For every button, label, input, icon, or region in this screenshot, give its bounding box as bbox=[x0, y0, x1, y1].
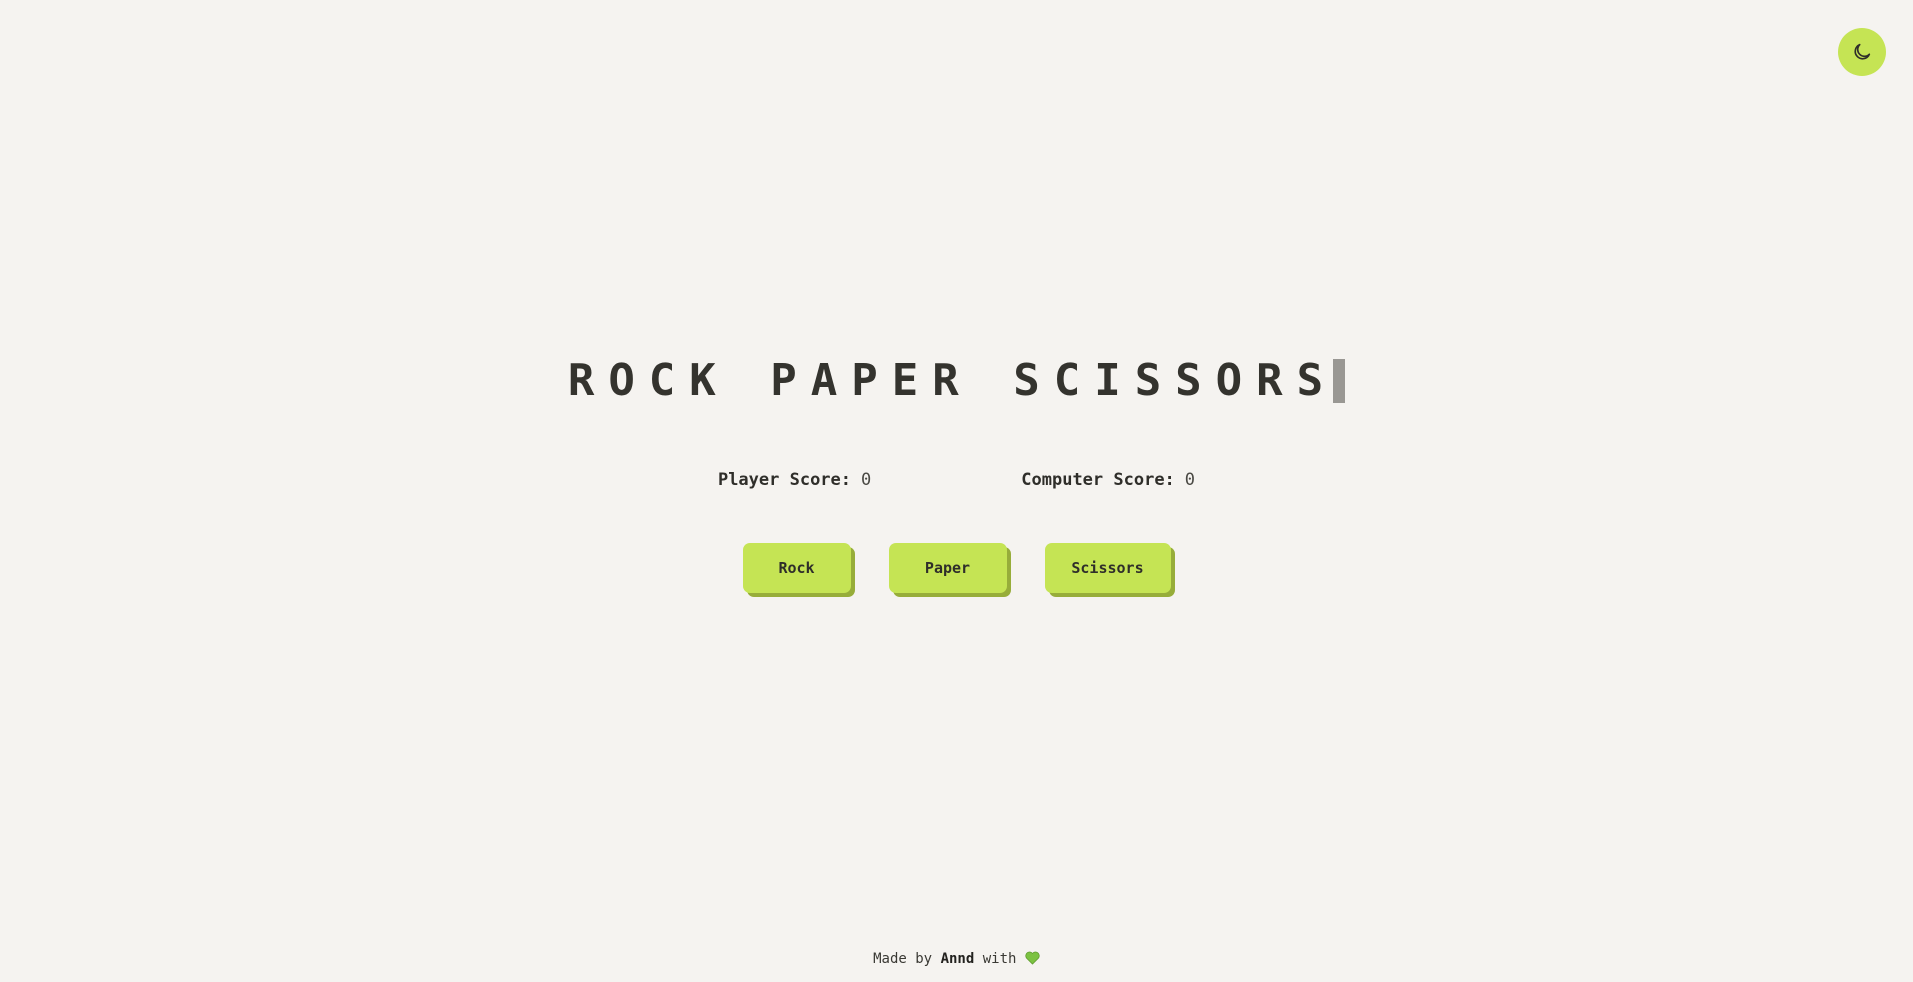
theme-toggle-button[interactable] bbox=[1838, 28, 1886, 76]
game-title: ROCK PAPER SCISSORS bbox=[567, 355, 1338, 406]
score-board: Player Score: 0 Computer Score: 0 bbox=[0, 470, 1913, 490]
green-heart-icon bbox=[1025, 951, 1040, 965]
moon-icon bbox=[1851, 41, 1873, 63]
footer: Made by Annd with bbox=[0, 951, 1913, 967]
player-score-value: 0 bbox=[861, 470, 872, 490]
paper-button[interactable]: Paper bbox=[888, 543, 1007, 593]
player-score-label: Player Score: bbox=[717, 470, 852, 490]
scissors-button[interactable]: Scissors bbox=[1044, 543, 1171, 593]
computer-score: Computer Score: 0 bbox=[1021, 470, 1195, 490]
computer-score-label: Computer Score: bbox=[1021, 470, 1175, 490]
footer-prefix: Made by bbox=[873, 951, 933, 967]
footer-author: Annd bbox=[940, 951, 975, 967]
computer-score-value: 0 bbox=[1184, 470, 1196, 490]
typing-cursor bbox=[1333, 359, 1346, 403]
rock-button[interactable]: Rock bbox=[742, 543, 851, 593]
choice-buttons: Rock Paper Scissors bbox=[0, 543, 1913, 593]
footer-suffix: with bbox=[982, 951, 1017, 967]
title-container: ROCK PAPER SCISSORS bbox=[0, 350, 1913, 412]
player-score: Player Score: 0 bbox=[718, 470, 871, 490]
